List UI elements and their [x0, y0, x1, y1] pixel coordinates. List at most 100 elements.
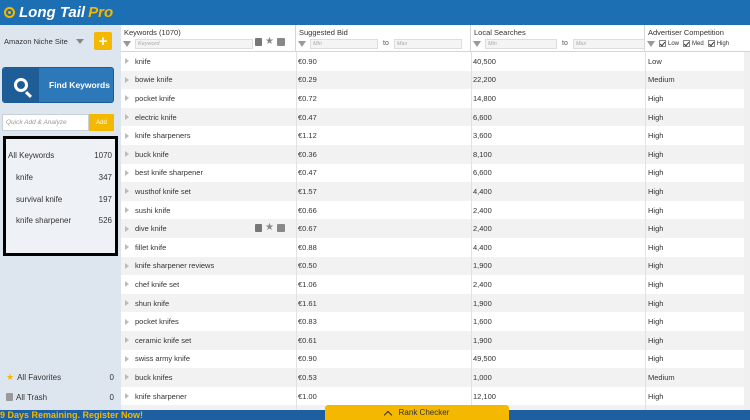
expand-arrow-icon[interactable] — [125, 188, 129, 195]
bid-max-input[interactable]: Max — [393, 38, 462, 49]
column-title[interactable]: Keywords (1070) — [124, 28, 181, 37]
table-row[interactable]: knife sharpener €1.00 12,100 High — [121, 387, 750, 406]
add-niche-button[interactable]: + — [94, 32, 112, 50]
table-row[interactable]: ceramic knife set €0.61 1,900 High — [121, 331, 750, 350]
searches-max-input[interactable]: Max — [572, 38, 645, 49]
expand-arrow-icon[interactable] — [125, 169, 129, 176]
column-keywords: Keywords (1070) Keyword ★ — [121, 25, 296, 52]
keyword-cell: sushi knife — [135, 205, 171, 215]
table-row[interactable]: sushi knife €0.66 2,400 High — [121, 201, 750, 220]
column-divider — [645, 52, 646, 410]
table-row[interactable]: fillet knife €0.88 4,400 High — [121, 238, 750, 257]
expand-arrow-icon[interactable] — [125, 225, 129, 232]
seed-item-survival-knife[interactable]: survival knife 197 — [6, 189, 115, 209]
seed-item-all-keywords[interactable]: All Keywords 1070 — [6, 145, 115, 165]
find-icon-box — [3, 68, 39, 102]
rank-checker-button[interactable]: Rank Checker — [325, 405, 509, 420]
expand-arrow-icon[interactable] — [125, 207, 129, 214]
table-row[interactable]: knife sharpeners €1.12 3,600 High — [121, 126, 750, 145]
searches-min-input[interactable]: Min — [485, 38, 557, 49]
note-icon[interactable] — [276, 38, 285, 46]
high-checkbox[interactable]: High — [707, 40, 729, 47]
table-scrollbar[interactable] — [744, 52, 750, 410]
expand-arrow-icon[interactable] — [125, 393, 129, 400]
table-row[interactable]: buck knifes €0.53 1,000 Medium — [121, 368, 750, 387]
expand-arrow-icon[interactable] — [125, 337, 129, 344]
expand-arrow-icon[interactable] — [125, 355, 129, 362]
niche-select[interactable]: Amazon Niche Site — [2, 33, 86, 49]
bid-cell: €0.50 — [298, 261, 317, 271]
low-checkbox[interactable]: Low — [659, 40, 679, 47]
searches-cell: 2,400 — [473, 224, 492, 234]
trash-icon[interactable] — [255, 38, 262, 46]
table-row[interactable]: swiss army knife €0.90 49,500 High — [121, 350, 750, 369]
app-header: Long Tail Pro — [0, 0, 750, 25]
expand-arrow-icon[interactable] — [125, 114, 129, 121]
quick-add-button[interactable]: Add — [89, 114, 114, 131]
trash-label: All Trash — [16, 392, 48, 402]
table-row[interactable]: bowie knife €0.29 22,200 Medium — [121, 70, 750, 90]
column-advertiser-competition: Advertiser Competition Low Med High — [645, 25, 750, 52]
chevron-up-icon — [383, 410, 392, 419]
expand-arrow-icon[interactable] — [125, 281, 129, 288]
seed-item-knife-sharpener[interactable]: knife sharpener 526 — [6, 210, 115, 230]
table-row[interactable]: wusthof knife set €1.57 4,400 High — [121, 182, 750, 201]
expand-arrow-icon[interactable] — [125, 151, 129, 158]
med-checkbox[interactable]: Med — [683, 40, 704, 47]
competition-cell: High — [648, 205, 664, 215]
table-row[interactable]: best knife sharpener €0.47 6,600 High — [121, 164, 750, 183]
table-row[interactable]: shun knife €1.61 1,900 High — [121, 293, 750, 313]
expand-arrow-icon[interactable] — [125, 262, 129, 269]
keyword-filter-input[interactable]: Keyword — [135, 38, 253, 49]
all-favorites-item[interactable]: ★ All Favorites 0 — [0, 368, 121, 386]
expand-arrow-icon[interactable] — [125, 318, 129, 325]
column-title[interactable]: Advertiser Competition — [648, 28, 724, 37]
table-row[interactable]: pocket knife €0.72 14,800 High — [121, 89, 750, 108]
expand-arrow-icon[interactable] — [125, 95, 129, 102]
expand-arrow-icon[interactable] — [125, 58, 129, 65]
searches-cell: 3,600 — [473, 131, 492, 141]
competition-cell: High — [648, 186, 664, 196]
expand-arrow-icon[interactable] — [125, 374, 129, 381]
bid-min-input[interactable]: Min — [310, 38, 378, 49]
searches-cell: 1,600 — [473, 317, 492, 327]
trash-icon[interactable] — [255, 224, 262, 233]
table-row[interactable]: dive knife €0.67 2,400 High ★ — [121, 219, 750, 238]
keyword-cell: dive knife — [135, 224, 167, 234]
column-title[interactable]: Local Searches — [474, 28, 526, 37]
searches-cell: 2,400 — [473, 205, 492, 215]
quick-add-input[interactable]: Quick Add & Analyze — [2, 114, 89, 131]
competition-cell: High — [648, 168, 664, 178]
table-row[interactable]: chef knife set €1.06 2,400 High — [121, 275, 750, 294]
expand-arrow-icon[interactable] — [125, 76, 129, 83]
table-row[interactable]: electric knife €0.47 6,600 High — [121, 107, 750, 127]
table-row[interactable]: buck knife €0.36 8,100 High — [121, 145, 750, 164]
find-keywords-button[interactable]: Find Keywords — [2, 67, 114, 103]
expand-arrow-icon[interactable] — [125, 244, 129, 251]
competition-cell: Low — [648, 56, 662, 66]
all-trash-item[interactable]: All Trash 0 — [0, 388, 121, 406]
seed-item-count: 1070 — [94, 150, 112, 160]
table-row[interactable]: pocket knifes €0.83 1,600 High — [121, 312, 750, 331]
note-icon[interactable] — [276, 224, 285, 233]
table-row[interactable]: knife sharpener reviews €0.50 1,900 High — [121, 256, 750, 276]
bid-cell: €0.61 — [298, 335, 317, 345]
expand-arrow-icon[interactable] — [125, 132, 129, 139]
star-icon[interactable]: ★ — [265, 37, 274, 47]
trial-register-link[interactable]: 9 Days Remaining. Register Now! — [0, 410, 143, 420]
seed-item-count: 526 — [98, 215, 112, 225]
searches-cell: 1,900 — [473, 261, 492, 271]
searches-cell: 22,200 — [473, 75, 496, 85]
seed-item-knife[interactable]: knife 347 — [6, 167, 115, 187]
bid-cell: €0.36 — [298, 149, 317, 159]
searches-cell: 6,600 — [473, 112, 492, 122]
to-label: to — [562, 40, 568, 47]
competition-cell: High — [648, 131, 664, 141]
table-row[interactable]: knife €0.90 40,500 Low — [121, 52, 750, 71]
column-title[interactable]: Suggested Bid — [299, 28, 348, 37]
checkbox-checked-icon — [683, 40, 691, 47]
expand-arrow-icon[interactable] — [125, 300, 129, 307]
star-icon[interactable]: ★ — [265, 223, 274, 233]
keyword-cell: buck knifes — [135, 372, 173, 382]
competition-cell: High — [648, 354, 664, 364]
